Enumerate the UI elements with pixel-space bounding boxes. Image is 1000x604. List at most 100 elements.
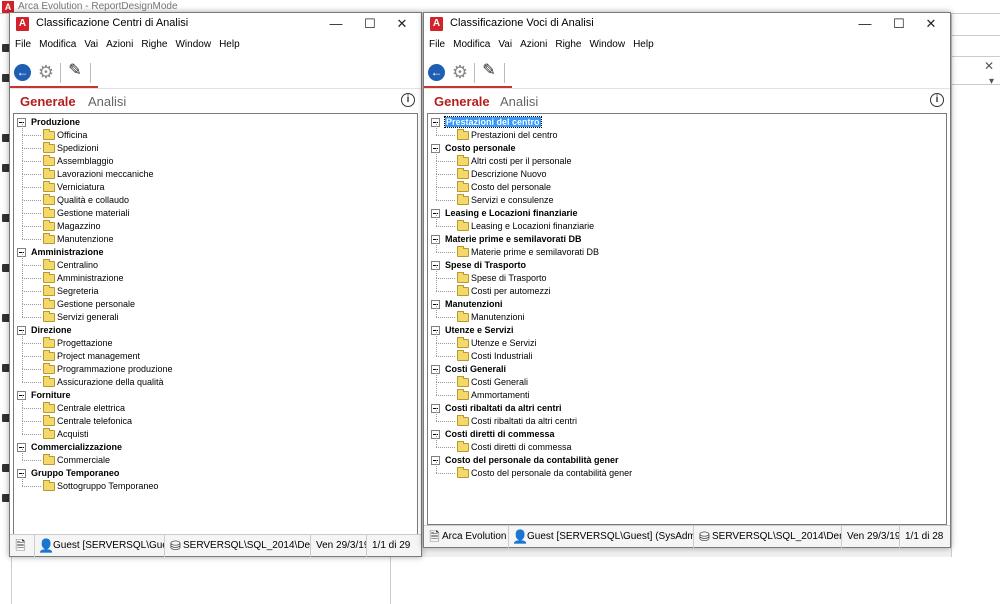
gear-icon[interactable]: ⚙ [36, 62, 56, 82]
window-centri-analisi[interactable]: A Classificazione Centri di Analisi — ☐ … [9, 12, 422, 557]
tree-group[interactable]: Materie prime e semilavorati DB [428, 233, 946, 246]
tree-item[interactable]: Spese di Trasporto [428, 265, 946, 285]
tree-group[interactable]: Costi ribaltati da altri centri [428, 402, 946, 415]
tree-item[interactable]: Spedizioni [14, 135, 417, 155]
tree-item[interactable]: Costi per automezzi [428, 278, 946, 298]
tree-item[interactable]: Project management [14, 343, 417, 363]
tree-item[interactable]: Officina [14, 122, 417, 142]
tree-item[interactable]: Costi ribaltati da altri centri [428, 408, 946, 428]
tree-item[interactable]: Manutenzioni [428, 304, 946, 324]
menu-file[interactable]: File [10, 35, 34, 50]
tree-group[interactable]: Costi Generali [428, 363, 946, 376]
tree-item[interactable]: Materie prime e semilavorati DB [428, 239, 946, 259]
info-icon[interactable]: i [930, 93, 944, 107]
tree-item[interactable]: Ammortamenti [428, 382, 946, 402]
tree-group[interactable]: Amministrazione [14, 246, 417, 259]
tree-item[interactable]: Progettazione [14, 330, 417, 350]
tree-item[interactable]: Costo del personale da contabilità gener [428, 460, 946, 480]
tree-item[interactable]: Gestione materiali [14, 200, 417, 220]
tree-group[interactable]: Gruppo Temporaneo [14, 467, 417, 480]
menu-window[interactable]: Window [584, 35, 628, 50]
menu-azioni[interactable]: Azioni [515, 35, 550, 50]
back-arrow-icon[interactable]: ← [14, 64, 31, 81]
menu-vai[interactable]: Vai [79, 35, 101, 50]
tree-group[interactable]: Costi diretti di commessa [428, 428, 946, 441]
tree-connector [436, 239, 437, 252]
tree-item[interactable]: Programmazione produzione [14, 356, 417, 376]
chevron-down-icon[interactable]: ▾ [989, 76, 994, 87]
tree-item-label: Gestione materiali [57, 208, 130, 218]
info-icon[interactable]: i [401, 93, 415, 107]
tree-group[interactable]: Spese di Trasporto [428, 259, 946, 272]
tree-item[interactable]: Manutenzione [14, 226, 417, 246]
tree-item[interactable]: Servizi e consulenze [428, 187, 946, 207]
tree-item[interactable]: Servizi generali [14, 304, 417, 324]
window-voci-analisi[interactable]: A Classificazione Voci di Analisi — ☐ ✕ … [423, 12, 951, 548]
menu-righe[interactable]: Righe [136, 35, 170, 50]
tree-item[interactable]: Centrale telefonica [14, 408, 417, 428]
tree-item[interactable]: Centralino [14, 252, 417, 272]
menu-vai[interactable]: Vai [493, 35, 515, 50]
tree-item[interactable]: Acquisti [14, 421, 417, 441]
tab-generale[interactable]: Generale [434, 94, 490, 109]
tree-group[interactable]: Commercializzazione [14, 441, 417, 454]
window-titlebar[interactable]: A Classificazione Centri di Analisi — ☐ … [10, 13, 421, 35]
menu-azioni[interactable]: Azioni [101, 35, 136, 50]
tree-item[interactable]: Assicurazione della qualità [14, 369, 417, 389]
tree-group[interactable]: Produzione [14, 116, 417, 129]
minimize-button[interactable]: — [850, 13, 880, 35]
close-button[interactable]: ✕ [387, 13, 417, 35]
tree-group[interactable]: Utenze e Servizi [428, 324, 946, 337]
window-titlebar[interactable]: A Classificazione Voci di Analisi — ☐ ✕ [424, 13, 950, 35]
tree-item[interactable]: Qualità e collaudo [14, 187, 417, 207]
tab-generale[interactable]: Generale [20, 94, 76, 109]
maximize-button[interactable]: ☐ [355, 13, 385, 35]
tree-group[interactable]: Costo personale [428, 142, 946, 155]
tree-item[interactable]: Utenze e Servizi [428, 330, 946, 350]
tree-item[interactable]: Costo del personale [428, 174, 946, 194]
menu-file[interactable]: File [424, 35, 448, 50]
tree-item[interactable]: Verniciatura [14, 174, 417, 194]
tree-item[interactable]: Costi Generali [428, 369, 946, 389]
menu-help[interactable]: Help [214, 35, 243, 50]
tree-item[interactable]: Lavorazioni meccaniche [14, 161, 417, 181]
maximize-button[interactable]: ☐ [884, 13, 914, 35]
gear-icon[interactable]: ⚙ [450, 62, 470, 82]
close-icon[interactable]: ✕ [984, 59, 994, 73]
tree-view[interactable]: Prestazioni del centro Prestazioni del ce… [427, 113, 947, 525]
tree-group[interactable]: Forniture [14, 389, 417, 402]
tree-item[interactable]: Altri costi per il personale [428, 148, 946, 168]
tree-group[interactable]: Leasing e Locazioni finanziarie [428, 207, 946, 220]
pen-icon[interactable]: ✎ [479, 61, 499, 81]
tree-item[interactable]: Descrizione Nuovo [428, 161, 946, 181]
tree-group[interactable]: Manutenzioni [428, 298, 946, 311]
tree-item[interactable]: Magazzino [14, 213, 417, 233]
tree-view[interactable]: Produzione Officina Spedizioni Assemblaggio… [13, 113, 418, 543]
tree-item[interactable]: Amministrazione [14, 265, 417, 285]
back-arrow-icon[interactable]: ← [428, 64, 445, 81]
tree-item[interactable]: Gestione personale [14, 291, 417, 311]
menu-help[interactable]: Help [628, 35, 657, 50]
close-button[interactable]: ✕ [916, 13, 946, 35]
tree-group[interactable]: Direzione [14, 324, 417, 337]
tree-group[interactable]: Prestazioni del centro [428, 116, 946, 129]
tree-group[interactable]: Costo del personale da contabilità gener [428, 454, 946, 467]
folder-icon [43, 311, 55, 322]
tree-item[interactable]: Leasing e Locazioni finanziarie [428, 213, 946, 233]
tree-item[interactable]: Assemblaggio [14, 148, 417, 168]
minimize-button[interactable]: — [321, 13, 351, 35]
pen-icon[interactable]: ✎ [65, 61, 85, 81]
tree-item[interactable]: Sottogruppo Temporaneo [14, 473, 417, 493]
tree-item[interactable]: Centrale elettrica [14, 395, 417, 415]
menu-modifica[interactable]: Modifica [34, 35, 79, 50]
tab-analisi[interactable]: Analisi [500, 94, 538, 109]
tree-item[interactable]: Commerciale [14, 447, 417, 467]
menu-modifica[interactable]: Modifica [448, 35, 493, 50]
menu-window[interactable]: Window [170, 35, 214, 50]
tree-item[interactable]: Segreteria [14, 278, 417, 298]
tree-item[interactable]: Costi diretti di commessa [428, 434, 946, 454]
tree-item[interactable]: Prestazioni del centro [428, 122, 946, 142]
menu-righe[interactable]: Righe [550, 35, 584, 50]
tab-analisi[interactable]: Analisi [88, 94, 126, 109]
tree-item[interactable]: Costi Industriali [428, 343, 946, 363]
